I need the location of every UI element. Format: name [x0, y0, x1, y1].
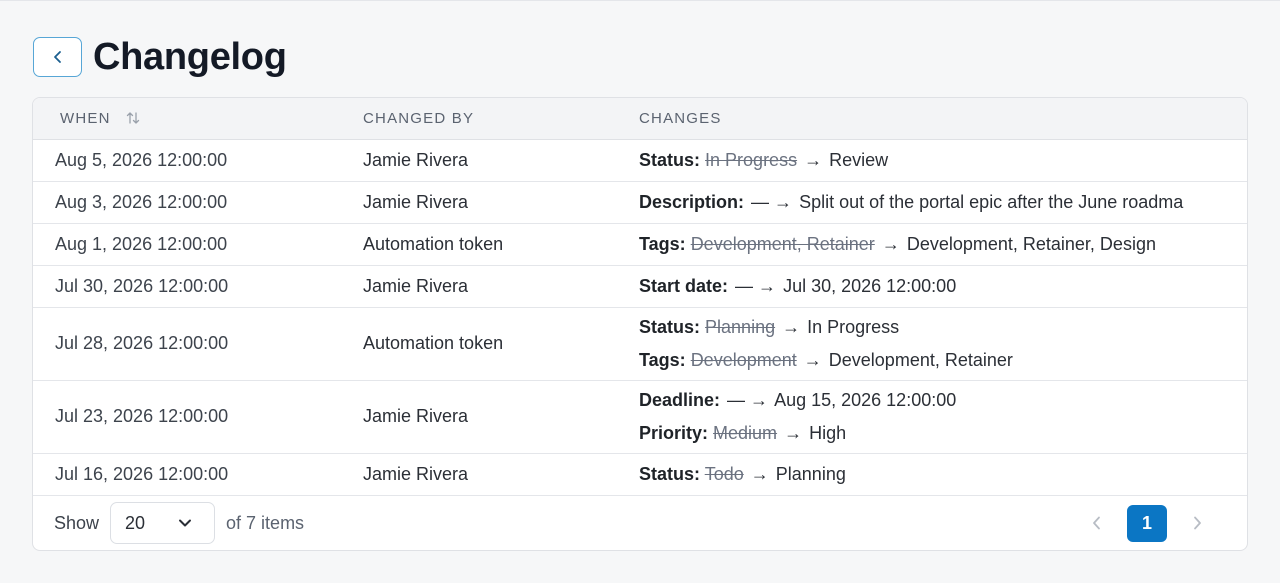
change-field: Deadline: [639, 389, 721, 410]
back-button[interactable] [33, 37, 82, 77]
cell-changes: Description: — → Split out of the portal… [639, 181, 1247, 224]
change-arrow: → [750, 463, 769, 484]
change-old-value: Medium [713, 422, 778, 443]
table-row: Jul 16, 2026 12:00:00 Jamie Rivera Status:… [33, 453, 1247, 496]
page-button-1[interactable]: 1 [1127, 504, 1167, 542]
cell-changes: Status: In Progress → Review [639, 139, 1247, 182]
change-arrow: → [782, 316, 801, 337]
change-arrow: → [803, 349, 822, 370]
change-field: Priority: [639, 422, 709, 443]
change-field: Start date: [639, 275, 729, 296]
previous-page-button[interactable] [1077, 504, 1117, 542]
change-arrow: → [881, 233, 900, 254]
change-new-value: Development, Retainer, Design [906, 233, 1156, 254]
change-arrow: → [804, 149, 823, 170]
cell-changed-by: Jamie Rivera [363, 181, 639, 224]
column-header-changed-by: CHANGED BY [363, 98, 639, 140]
column-header-when[interactable]: WHEN [33, 98, 363, 140]
cell-when: Jul 23, 2026 12:00:00 [33, 380, 363, 454]
next-page-button[interactable] [1177, 504, 1217, 542]
change-entry: Tags: Development → Development, Retaine… [639, 344, 1247, 377]
column-header-changes: CHANGES [639, 98, 1247, 140]
page-size-select[interactable]: 20 [110, 502, 216, 544]
changelog-page: Changelog WHEN CHANGED BY CHANGES Aug 5,… [0, 0, 1280, 583]
change-new-value: Development, Retainer [828, 349, 1013, 370]
change-new-value: Jul 30, 2026 12:00:00 [783, 275, 957, 296]
sort-icon[interactable] [126, 111, 140, 125]
table-row: Aug 5, 2026 12:00:00 Jamie Rivera Status: … [33, 139, 1247, 182]
cell-changed-by: Jamie Rivera [363, 139, 639, 182]
change-entry: Status: In Progress → Review [639, 144, 1247, 177]
chevron-left-icon [1093, 516, 1100, 530]
change-arrow: — → [727, 389, 769, 410]
cell-when: Aug 3, 2026 12:00:00 [33, 181, 363, 224]
change-field: Tags: [639, 233, 686, 254]
cell-when: Jul 30, 2026 12:00:00 [33, 265, 363, 308]
change-entry: Status: Planning → In Progress [639, 311, 1247, 344]
change-field: Description: [639, 191, 745, 212]
table-row: Aug 3, 2026 12:00:00 Jamie Rivera Descript… [33, 181, 1247, 224]
cell-changed-by: Jamie Rivera [363, 265, 639, 308]
page-size-value: 20 [125, 512, 146, 533]
table-header-row: WHEN CHANGED BY CHANGES [33, 98, 1247, 140]
change-new-value: In Progress [807, 316, 900, 337]
items-count: of 7 items [226, 512, 305, 533]
chevron-left-icon [53, 51, 61, 63]
change-arrow: → [784, 422, 803, 443]
changelog-table-card: WHEN CHANGED BY CHANGES Aug 5, 2026 12:0… [32, 97, 1248, 551]
cell-changes: Status: Todo → Planning [639, 453, 1247, 496]
changelog-table: WHEN CHANGED BY CHANGES Aug 5, 2026 12:0… [33, 98, 1247, 496]
change-field: Tags: [639, 349, 686, 370]
page-header: Changelog [33, 36, 287, 78]
change-old-value: Todo [704, 463, 744, 484]
cell-changes: Start date: — → Jul 30, 2026 12:00:00 [639, 265, 1247, 308]
change-new-value: Split out of the portal epic after the J… [799, 191, 1184, 212]
change-field: Status: [639, 149, 701, 170]
show-label: Show [54, 512, 100, 533]
cell-when: Jul 16, 2026 12:00:00 [33, 453, 363, 496]
change-old-value: In Progress [705, 149, 798, 170]
change-entry: Start date: — → Jul 30, 2026 12:00:00 [639, 270, 1247, 303]
change-new-value: High [809, 422, 847, 443]
change-old-value: Planning [705, 316, 776, 337]
change-entry: Deadline: — → Aug 15, 2026 12:00:00 [639, 384, 1247, 417]
cell-changed-by: Automation token [363, 223, 639, 266]
table-row: Aug 1, 2026 12:00:00 Automation token Tags… [33, 223, 1247, 266]
cell-changes: Status: Planning → In Progress Tags: Deve… [639, 307, 1247, 381]
table-row: Jul 30, 2026 12:00:00 Jamie Rivera Start d… [33, 265, 1247, 308]
cell-changed-by: Jamie Rivera [363, 453, 639, 496]
cell-changed-by: Jamie Rivera [363, 380, 639, 454]
change-arrow: — → [751, 191, 793, 212]
change-old-value: Development, Retainer [690, 233, 875, 254]
table-footer: Show 20 of 7 items 1 [33, 496, 1247, 550]
table-row: Jul 28, 2026 12:00:00 Automation token Sta… [33, 307, 1247, 381]
change-new-value: Aug 15, 2026 12:00:00 [774, 389, 957, 410]
change-entry: Tags: Development, Retainer → Developmen… [639, 228, 1247, 261]
top-divider [0, 0, 1280, 1]
cell-when: Aug 5, 2026 12:00:00 [33, 139, 363, 182]
cell-changes: Tags: Development, Retainer → Developmen… [639, 223, 1247, 266]
chevron-down-icon [179, 519, 192, 527]
change-entry: Priority: Medium → High [639, 417, 1247, 450]
change-arrow: — → [735, 275, 777, 296]
change-entry: Description: — → Split out of the portal… [639, 186, 1247, 219]
change-old-value: Development [690, 349, 797, 370]
page-title: Changelog [93, 35, 287, 78]
change-new-value: Planning [775, 463, 846, 484]
cell-changes: Deadline: — → Aug 15, 2026 12:00:00 Prior… [639, 380, 1247, 454]
table-row: Jul 23, 2026 12:00:00 Jamie Rivera Deadlin… [33, 380, 1247, 454]
change-entry: Status: Todo → Planning [639, 458, 1247, 491]
change-new-value: Review [829, 149, 889, 170]
cell-when: Aug 1, 2026 12:00:00 [33, 223, 363, 266]
pagination: 1 [1077, 504, 1217, 542]
cell-when: Jul 28, 2026 12:00:00 [33, 307, 363, 381]
cell-changed-by: Automation token [363, 307, 639, 381]
chevron-right-icon [1194, 516, 1201, 530]
change-field: Status: [639, 463, 701, 484]
column-header-when-label: WHEN [60, 109, 111, 127]
change-field: Status: [639, 316, 701, 337]
